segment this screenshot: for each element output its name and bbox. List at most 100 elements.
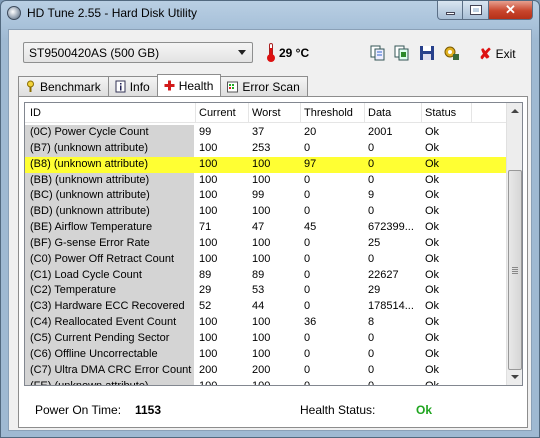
copy-icon <box>370 45 385 61</box>
table-row[interactable]: (C1) Load Cycle Count 89 89 0 22627 Ok <box>25 267 508 284</box>
cell-data: 0 <box>368 157 375 170</box>
cell-data: 9 <box>368 189 375 202</box>
cell-current: 100 <box>199 347 218 360</box>
tab-health-label: Health <box>178 79 214 93</box>
cell-data: 0 <box>368 363 375 376</box>
cell-status: Ok <box>425 221 440 234</box>
table-row[interactable]: (C0) Power Off Retract Count 100 100 0 0 Ok <box>25 251 508 268</box>
table-row[interactable]: (BC) (unknown attribute) 100 99 0 9 Ok <box>25 188 508 205</box>
cell-data: 0 <box>368 252 375 265</box>
cell-data: 178514... <box>368 300 414 313</box>
tab-strip: Benchmark Info Health Error Scan <box>18 74 308 96</box>
close-button[interactable]: ✕ <box>489 1 533 20</box>
cell-data: 8 <box>368 316 375 329</box>
cell-worst: 89 <box>252 268 265 281</box>
scroll-down-button[interactable] <box>507 369 522 385</box>
cell-threshold: 0 <box>304 284 311 297</box>
cell-data: 22627 <box>368 268 399 281</box>
column-header-id[interactable]: ID <box>30 107 41 123</box>
scrollbar-thumb[interactable] <box>508 170 522 370</box>
chevron-down-icon <box>238 50 246 55</box>
cell-current: 200 <box>199 363 218 376</box>
tab-error-scan[interactable]: Error Scan <box>220 76 308 96</box>
cell-status: Ok <box>425 284 440 297</box>
cell-id: (C4) Reallocated Event Count <box>30 316 177 329</box>
cell-status: Ok <box>425 157 440 170</box>
cell-data: 0 <box>368 331 375 344</box>
cell-id: (C0) Power Off Retract Count <box>30 252 175 265</box>
cell-threshold: 97 <box>304 157 317 170</box>
maximize-button[interactable] <box>463 1 489 20</box>
table-row[interactable]: (BB) (unknown attribute) 100 100 0 0 Ok <box>25 172 508 189</box>
cell-data: 29 <box>368 284 381 297</box>
tab-benchmark[interactable]: Benchmark <box>18 76 109 96</box>
cell-id: (FE) (unknown attribute) <box>30 379 149 386</box>
maximize-icon <box>469 5 482 15</box>
table-row[interactable]: (C5) Current Pending Sector 100 100 0 0 Ok <box>25 330 508 347</box>
app-icon <box>7 6 21 20</box>
options-icon <box>444 46 459 60</box>
options-button[interactable] <box>443 44 461 62</box>
table-row[interactable]: (C7) Ultra DMA CRC Error Count 200 200 0 0 Ok <box>25 362 508 379</box>
cell-worst: 100 <box>252 331 271 344</box>
cell-current: 100 <box>199 252 218 265</box>
cell-status: Ok <box>425 316 440 329</box>
cell-current: 100 <box>199 189 218 202</box>
power-on-time-label: Power On Time: <box>35 403 122 417</box>
column-header-data[interactable]: Data <box>368 107 391 123</box>
cell-current: 89 <box>199 268 212 281</box>
table-row[interactable]: (BF) G-sense Error Rate 100 100 0 25 Ok <box>25 235 508 252</box>
cell-threshold: 45 <box>304 221 317 234</box>
floppy-disk-icon <box>420 46 434 60</box>
cell-status: Ok <box>425 126 440 138</box>
vertical-scrollbar[interactable] <box>506 103 522 385</box>
cell-current: 100 <box>199 331 218 344</box>
title-bar[interactable]: HD Tune 2.55 - Hard Disk Utility ✕ <box>1 1 539 25</box>
table-row[interactable]: (B7) (unknown attribute) 100 253 0 0 Ok <box>25 140 508 157</box>
tab-health[interactable]: Health <box>156 74 222 96</box>
arrow-down-icon <box>511 375 519 379</box>
copy-button[interactable] <box>369 44 387 62</box>
table-row[interactable]: (FE) (unknown attribute) 100 100 0 0 Ok <box>25 378 508 386</box>
copy-all-button[interactable] <box>393 44 411 62</box>
cell-current: 52 <box>199 300 212 313</box>
column-header-worst[interactable]: Worst <box>252 107 281 123</box>
cell-worst: 99 <box>252 189 265 202</box>
table-row[interactable]: (C2) Temperature 29 53 0 29 Ok <box>25 283 508 300</box>
scroll-up-button[interactable] <box>507 103 522 119</box>
cell-status: Ok <box>425 189 440 202</box>
exit-button[interactable]: ✘ Exit <box>479 45 516 63</box>
minimize-button[interactable] <box>437 1 463 20</box>
cell-threshold: 0 <box>304 141 311 154</box>
error-scan-icon <box>227 81 239 93</box>
table-row[interactable]: (BE) Airflow Temperature 71 47 45 672399... O… <box>25 220 508 236</box>
table-row[interactable]: (B8) (unknown attribute) 100 100 97 0 Ok <box>25 156 508 173</box>
cell-current: 100 <box>199 205 218 218</box>
cell-status: Ok <box>425 252 440 265</box>
column-header-threshold[interactable]: Threshold <box>304 107 353 123</box>
tab-info[interactable]: Info <box>107 76 158 96</box>
table-row[interactable]: (C3) Hardware ECC Recovered 52 44 0 178514..… <box>25 299 508 316</box>
cell-id: (C5) Current Pending Sector <box>30 331 170 344</box>
table-row[interactable]: (0C) Power Cycle Count 99 37 20 2001 Ok <box>25 125 508 141</box>
cell-worst: 100 <box>252 316 271 329</box>
save-button[interactable] <box>418 44 436 62</box>
cell-threshold: 0 <box>304 173 311 186</box>
cell-data: 0 <box>368 205 375 218</box>
cell-worst: 253 <box>252 141 271 154</box>
drive-select[interactable]: ST9500420AS (500 GB) <box>23 42 253 63</box>
cell-data: 25 <box>368 236 381 249</box>
thermometer-icon <box>267 43 275 62</box>
column-header-current[interactable]: Current <box>199 107 236 123</box>
cell-worst: 100 <box>252 236 271 249</box>
column-header-status[interactable]: Status <box>425 107 456 123</box>
cell-threshold: 0 <box>304 268 311 281</box>
drive-select-value: ST9500420AS (500 GB) <box>29 46 160 60</box>
window-title: HD Tune 2.55 - Hard Disk Utility <box>27 6 198 20</box>
smart-attributes-list[interactable]: ID Current Worst Threshold Data Status (… <box>24 102 523 386</box>
table-row[interactable]: (C6) Offline Uncorrectable 100 100 0 0 Ok <box>25 346 508 363</box>
cell-worst: 37 <box>252 126 265 138</box>
table-row[interactable]: (C4) Reallocated Event Count 100 100 36 8 Ok <box>25 315 508 331</box>
table-row[interactable]: (BD) (unknown attribute) 100 100 0 0 Ok <box>25 204 508 221</box>
cell-threshold: 0 <box>304 236 311 249</box>
